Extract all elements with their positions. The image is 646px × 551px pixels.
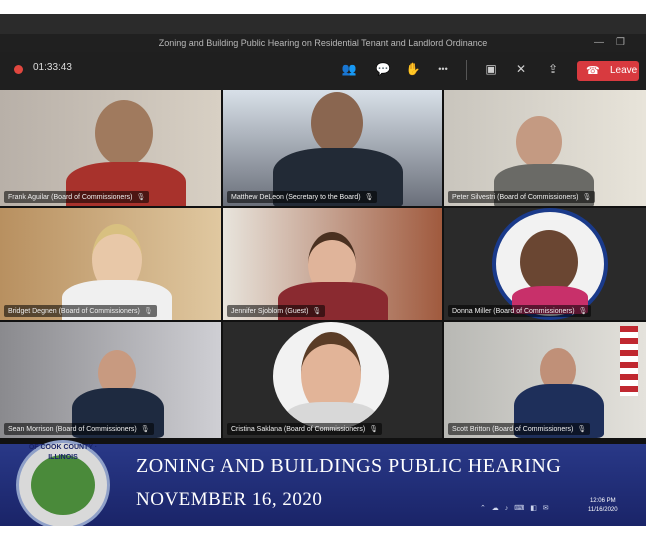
mic-icon: 🎙 bbox=[582, 194, 592, 201]
participant-name: Scott Britton (Board of Commissioners) 🎙 bbox=[448, 423, 591, 435]
participant-name: Peter Silvestri (Board of Commissioners)… bbox=[448, 191, 596, 203]
mic-icon: 🎙 bbox=[369, 426, 379, 433]
window-title: Zoning and Building Public Hearing on Re… bbox=[0, 34, 646, 52]
minimize-icon[interactable]: — bbox=[594, 34, 604, 52]
meeting-window: Zoning and Building Public Hearing on Re… bbox=[0, 0, 646, 551]
mic-icon: 🎙 bbox=[143, 308, 153, 315]
mic-icon: 🎙 bbox=[312, 308, 322, 315]
leave-label: Leave bbox=[610, 65, 638, 76]
restore-icon[interactable]: ❐ bbox=[616, 34, 625, 52]
more-icon[interactable]: ••• bbox=[434, 61, 452, 77]
participant-name: Cristina Saklana (Board of Commissioners… bbox=[227, 423, 383, 435]
raise-hand-icon[interactable]: ✋ bbox=[404, 61, 422, 77]
video-tile[interactable]: Scott Britton (Board of Commissioners) 🎙 bbox=[444, 322, 646, 438]
participant-name: Bridget Degnen (Board of Commissioners) 🎙 bbox=[4, 305, 157, 317]
flag bbox=[620, 326, 638, 396]
county-seal-avatar bbox=[492, 208, 608, 320]
participant-name: Donna Miller (Board of Commissioners) 🎙 bbox=[448, 305, 592, 317]
leave-button[interactable]: ☎ Leave bbox=[577, 61, 639, 81]
top-border bbox=[0, 14, 646, 34]
chat-icon[interactable]: 💬 bbox=[374, 61, 392, 77]
participant-avatar bbox=[273, 322, 389, 430]
banner-date: NOVEMBER 16, 2020 bbox=[136, 489, 323, 510]
participant-video bbox=[95, 100, 153, 166]
toolbar-divider bbox=[466, 60, 467, 80]
cook-county-seal-logo: OF COOK COUNTY · ILLINOIS bbox=[16, 440, 110, 530]
video-tile[interactable]: Donna Miller (Board of Commissioners) 🎙 bbox=[444, 208, 646, 320]
video-tile[interactable]: Matthew DeLeon (Secretary to the Board) 🎙 bbox=[223, 90, 442, 206]
mic-off-icon[interactable]: ✕ bbox=[512, 61, 530, 77]
phone-icon: ☎ bbox=[586, 65, 600, 77]
participant-video bbox=[516, 116, 562, 168]
taskbar-clock[interactable]: 12:06 PM 11/16/2020 bbox=[588, 497, 618, 515]
video-tile[interactable]: Bridget Degnen (Board of Commissioners) 🎙 bbox=[0, 208, 221, 320]
participant-name: Jennifer Sjoblom (Guest) 🎙 bbox=[227, 305, 326, 317]
tray-icons[interactable]: ⌃ ☁ ♪ ⌨ ◧ ✉ bbox=[480, 504, 551, 512]
recording-indicator-icon bbox=[14, 65, 23, 74]
mic-icon: 🎙 bbox=[364, 194, 374, 201]
video-grid: Frank Aguilar (Board of Commissioners) 🎙 … bbox=[0, 90, 646, 438]
people-icon[interactable]: 👥 bbox=[340, 61, 358, 77]
taskbar-tray: ⌃ ☁ ♪ ⌨ ◧ ✉ 12:06 PM 11/16/2020 bbox=[470, 492, 646, 522]
video-tile[interactable]: Cristina Saklana (Board of Commissioners… bbox=[223, 322, 442, 438]
participant-name: Matthew DeLeon (Secretary to the Board) 🎙 bbox=[227, 191, 378, 203]
video-tile[interactable]: Frank Aguilar (Board of Commissioners) 🎙 bbox=[0, 90, 221, 206]
mic-icon: 🎙 bbox=[136, 194, 146, 201]
share-icon[interactable]: ⇪ bbox=[544, 61, 562, 77]
mic-icon: 🎙 bbox=[578, 308, 588, 315]
participant-name: Frank Aguilar (Board of Commissioners) 🎙 bbox=[4, 191, 150, 203]
video-tile[interactable]: Jennifer Sjoblom (Guest) 🎙 bbox=[223, 208, 442, 320]
video-tile[interactable]: Sean Morrison (Board of Commissioners) 🎙 bbox=[0, 322, 221, 438]
seal-text: OF COOK COUNTY · ILLINOIS bbox=[28, 444, 98, 461]
banner-title: ZONING AND BUILDINGS PUBLIC HEARING bbox=[136, 455, 562, 477]
mic-icon: 🎙 bbox=[140, 426, 150, 433]
mic-icon: 🎙 bbox=[577, 426, 587, 433]
video-tile[interactable]: Peter Silvestri (Board of Commissioners)… bbox=[444, 90, 646, 206]
participant-video bbox=[311, 92, 363, 154]
participant-name: Sean Morrison (Board of Commissioners) 🎙 bbox=[4, 423, 154, 435]
call-timer: 01:33:43 bbox=[33, 62, 72, 73]
camera-off-icon[interactable]: ▣ bbox=[482, 61, 500, 77]
